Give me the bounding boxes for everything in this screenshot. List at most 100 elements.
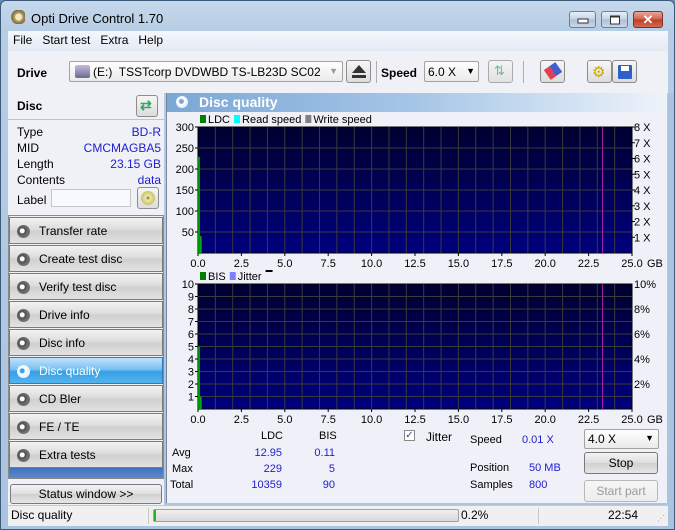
stats-row-label: Max: [172, 463, 193, 475]
nav-transfer-rate[interactable]: Transfer rate: [9, 217, 163, 244]
samples-value: 800: [529, 479, 548, 491]
settings-button[interactable]: ⚙: [587, 60, 612, 83]
legend-label: Jitter: [238, 271, 262, 283]
x-tick-label: 17.5: [491, 258, 512, 270]
nav-cd-bler[interactable]: CD Bler: [9, 385, 163, 412]
disc-mid-value: CMCMAGBA5: [83, 141, 161, 155]
legend-label: Read speed: [242, 114, 301, 126]
nav-label: FE / TE: [39, 420, 80, 434]
nav-drive-info[interactable]: Drive info: [9, 301, 163, 328]
disc-type-row: Type BD-R: [17, 125, 161, 139]
y-tick-label: 7: [188, 317, 194, 329]
disc-info-icon: [17, 337, 30, 350]
create-test-disc-icon: [17, 253, 30, 266]
maximize-button[interactable]: [601, 11, 628, 28]
x-tick-label: 2.5: [234, 414, 249, 426]
save-button[interactable]: [612, 60, 637, 83]
y2-tick-label: 4%: [634, 354, 650, 366]
stats-col-ldc: LDC: [261, 430, 284, 442]
x-tick-label: 2.5: [234, 258, 249, 270]
y-tick-label: 150: [176, 185, 194, 197]
nav-label: Verify test disc: [39, 280, 117, 294]
status-separator: [148, 508, 149, 524]
x-unit-label: GB: [647, 258, 663, 270]
nav-create-test-disc[interactable]: Create test disc: [9, 245, 163, 272]
test-speed-select[interactable]: 4.0 X ▼: [584, 429, 659, 449]
drive-select[interactable]: (E:) TSSTcorp DVDWBD TS-LB23D SC02 ▼: [69, 61, 343, 82]
app-icon: [9, 10, 25, 24]
bis-avg: 0.11: [314, 447, 335, 459]
speed-select[interactable]: 6.0 X ▼: [424, 61, 479, 82]
legend-label: LDC: [208, 114, 230, 126]
y-tick-label: 8: [188, 304, 194, 316]
disc-type-value: BD-R: [131, 125, 161, 139]
chevron-down-icon: ▼: [466, 66, 475, 76]
menu-file[interactable]: File: [8, 31, 37, 47]
nav-label: Disc quality: [39, 364, 101, 378]
field-label: MID: [17, 141, 39, 155]
bis-max: 5: [328, 463, 335, 475]
y-tick-label: 5: [188, 342, 194, 354]
refresh-disc-button[interactable]: ⇄: [136, 95, 158, 117]
x-tick-label: 0.0: [190, 258, 205, 270]
bis-total: 90: [322, 479, 335, 491]
menu-start-test[interactable]: Start test: [37, 31, 95, 47]
test-speed-value: 4.0 X: [588, 432, 617, 446]
y-tick-label: 100: [176, 206, 194, 218]
disc-label-button[interactable]: [137, 187, 159, 209]
verify-test-disc-icon: [17, 281, 30, 294]
status-window-button[interactable]: Status window >>: [10, 484, 162, 504]
nav-extra-tests[interactable]: Extra tests: [9, 441, 163, 468]
disc-contents-row: Contents data: [17, 173, 161, 187]
close-button[interactable]: ✕: [633, 11, 663, 28]
jitter-checkbox[interactable]: ✓: [404, 430, 415, 441]
legend-label: BIS: [208, 271, 226, 283]
y2-tick-label: 2%: [634, 379, 650, 391]
erase-button[interactable]: [540, 60, 565, 83]
legend-swatch: [305, 115, 312, 123]
y-tick-label: 250: [176, 143, 194, 155]
stats-row-label: Total: [170, 479, 194, 491]
legend-marker: [265, 270, 273, 272]
menu-bar: File Start test Extra Help: [8, 31, 668, 51]
y2-tick-label: 1 X: [634, 232, 651, 244]
nav-disc-info[interactable]: Disc info: [9, 329, 163, 356]
y2-tick-label: 10%: [634, 279, 656, 291]
minimize-button[interactable]: [569, 11, 596, 28]
x-tick-label: 25.0: [621, 258, 642, 270]
toolbar: Drive (E:) TSSTcorp DVDWBD TS-LB23D SC02…: [8, 51, 668, 93]
resize-grip-icon[interactable]: ⋰: [657, 514, 665, 523]
x-tick-label: 5.0: [277, 258, 292, 270]
label-field-label: Label: [17, 193, 47, 207]
drive-icon: [75, 65, 90, 78]
y2-tick-label: 7 X: [634, 138, 651, 150]
extra-tests-icon: [17, 449, 30, 462]
settings-icon: ⚙: [592, 64, 606, 81]
nav-fe-te[interactable]: FE / TE: [9, 413, 163, 440]
stats-col-bis: BIS: [319, 430, 337, 442]
y-tick-label: 50: [182, 227, 194, 239]
nav-verify-test-disc[interactable]: Verify test disc: [9, 273, 163, 300]
ldc-chart: LDC Read speed Write speed 50 100 150 200 250 30…: [176, 114, 663, 270]
nav-label: Transfer rate: [39, 224, 108, 238]
chevron-down-icon: ▼: [645, 433, 654, 443]
window-title: Opti Drive Control 1.70: [31, 11, 164, 26]
position-value: 50 MB: [529, 462, 561, 474]
disc-label-input[interactable]: [51, 189, 131, 207]
menu-help[interactable]: Help: [133, 31, 168, 47]
progress-fill: [154, 510, 156, 521]
nav-disc-quality[interactable]: Disc quality: [9, 357, 163, 384]
stop-button[interactable]: Stop: [584, 452, 658, 474]
menu-extra[interactable]: Extra: [95, 31, 133, 47]
x-tick-label: 17.5: [491, 414, 512, 426]
start-part-button[interactable]: Start part: [584, 480, 658, 502]
eject-button[interactable]: [346, 60, 371, 83]
drive-info-icon: [17, 309, 30, 322]
field-label: Length: [17, 157, 54, 171]
title-bar[interactable]: Opti Drive Control 1.70 ✕: [1, 1, 674, 31]
toolbar-separator: [523, 61, 524, 83]
refresh-speeds-button[interactable]: ⇅: [488, 60, 513, 83]
disc-quality-panel: Disc quality LDC Read speed Write speed 50 1…: [166, 93, 667, 503]
panel-header: Disc quality: [167, 93, 667, 112]
panel-title: Disc quality: [199, 94, 278, 110]
